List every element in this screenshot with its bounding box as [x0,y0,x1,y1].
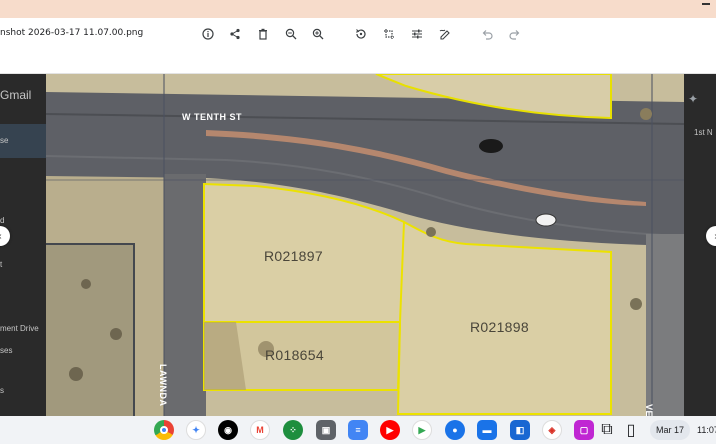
web-icon[interactable]: ◈ [542,420,562,440]
crop-icon[interactable] [380,25,398,43]
cross-street-label: LAWNDA [158,364,168,407]
bg-text: ment Drive [0,324,39,333]
parcel-label: R021897 [264,248,323,264]
trash-icon[interactable] [254,25,272,43]
podcast-icon[interactable]: ◉ [218,420,238,440]
phone-hub-icon[interactable]: ▯ [622,420,640,440]
bg-text: 1st N [694,128,713,137]
street-label: W TENTH ST [182,112,242,122]
background-window-left: Gmail se d t ment Drive ses s [0,74,46,416]
redo-icon[interactable] [506,25,524,43]
play-icon[interactable]: ▶ [412,420,432,440]
bg-text: Gmail [0,88,32,102]
bg-text: d [0,216,5,225]
bg-text: ses [0,346,13,355]
right-street-label: VE [644,404,654,416]
screenshot-icon[interactable]: ▢ [574,420,594,440]
sliders-icon[interactable] [408,25,426,43]
minimize-icon[interactable] [702,3,710,5]
folder-icon[interactable]: ▬ [477,420,497,440]
gmail-icon[interactable]: M [250,420,270,440]
viewer-toolbar: nshot 2026-03-17 11.07.00.png [0,18,716,74]
parcel-label: R018654 [265,347,324,363]
aerial-map [46,74,684,416]
clock[interactable]: 11:07 [697,420,716,440]
gemini-icon[interactable]: ✦ [186,420,206,440]
zoom-out-icon[interactable] [282,25,300,43]
rotate-icon[interactable] [352,25,370,43]
media-icon[interactable]: ▣ [316,420,336,440]
window-title: nshot 2026-03-17 11.07.00.png [0,28,144,38]
zoom-in-icon[interactable] [309,25,327,43]
bg-text: t [0,260,3,269]
messages-icon[interactable]: ● [445,420,465,440]
bg-text: se [0,136,9,145]
bg-star-icon: ✦ [688,92,699,106]
tote-icon[interactable]: ⧉ [598,420,616,440]
docs-icon[interactable]: ≡ [348,420,368,440]
share-icon[interactable] [226,25,244,43]
date-indicator[interactable]: Mar 17 [650,420,691,440]
info-icon[interactable] [199,25,217,43]
bg-text: s [0,386,4,395]
camera-icon[interactable]: ◧ [510,420,530,440]
parcel-label: R021898 [470,319,529,335]
chrome-icon[interactable] [154,420,174,440]
undo-icon[interactable] [478,25,496,43]
screenshot-image: W TENTH ST LAWNDA VE R021897 R021898 R01… [46,74,684,416]
apps-grid-icon[interactable]: ⁘ [283,420,303,440]
youtube-icon[interactable]: ▶ [380,420,400,440]
shelf: ✦ ◉ M ⁘ ▣ ≡ ▶ ▶ ● ▬ ◧ ◈ ▢ ⧉ ▯ Mar 17 11:… [0,416,716,444]
pen-icon[interactable] [436,25,454,43]
title-strip [0,0,716,18]
chevron-left-icon: ‹ [0,231,2,242]
